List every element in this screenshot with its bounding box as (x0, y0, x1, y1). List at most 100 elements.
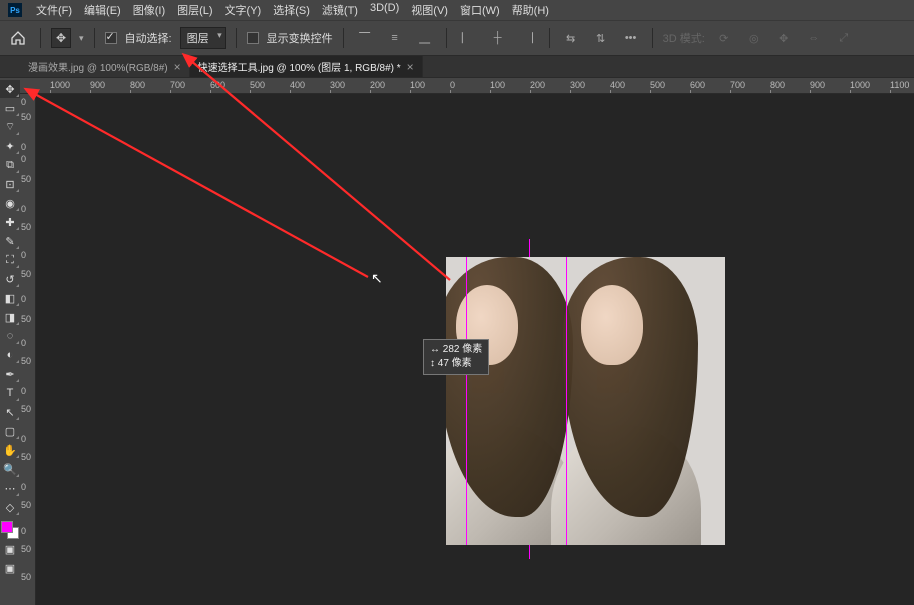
distribute-v[interactable]: ⇅ (590, 27, 612, 49)
path-select-tool[interactable]: ↖ (0, 403, 20, 421)
ruler-tick: 0 (450, 80, 455, 90)
eraser-tool[interactable]: ◧ (0, 289, 20, 307)
document-tabs: 漫画效果.jpg @ 100%(RGB/8#)×快速选择工具.jpg @ 100… (0, 56, 914, 78)
ruler-tick: 800 (770, 80, 785, 90)
dodge-tool[interactable]: ◐ (0, 346, 20, 364)
3d-mode-label: 3D 模式: (663, 30, 705, 46)
menu-item[interactable]: 滤镜(T) (316, 0, 364, 20)
lasso-tool[interactable]: ⌔ (0, 118, 20, 136)
brush-tool[interactable]: ✎ (0, 232, 20, 250)
ruler-tick: 1000 (850, 80, 870, 90)
ruler-tick: 0 (21, 154, 26, 164)
menu-item[interactable]: 3D(D) (364, 0, 405, 20)
guide-line[interactable] (466, 257, 467, 545)
hand-tool[interactable]: ✋ (0, 441, 20, 459)
ruler-vertical[interactable]: 050005005005005005005005005005050 (20, 94, 36, 605)
ruler-tick: 200 (370, 80, 385, 90)
divider (652, 28, 653, 48)
align-left[interactable]: ⎸ (457, 27, 479, 49)
rectangle-tool[interactable]: ▢ (0, 422, 20, 440)
show-transform-checkbox[interactable] (247, 32, 259, 44)
ruler-tick: 800 (130, 80, 145, 90)
menu-item[interactable]: 图层(L) (171, 0, 218, 20)
ruler-tick: 50 (21, 544, 31, 554)
current-tool-icon[interactable]: ✥ (51, 28, 71, 48)
guide-line[interactable] (566, 257, 567, 545)
ruler-tick: 50 (21, 222, 31, 232)
ruler-tick: 300 (330, 80, 345, 90)
color-swatches[interactable] (1, 521, 19, 539)
ruler-tick: 50 (21, 404, 31, 414)
document-tab[interactable]: 快速选择工具.jpg @ 100% (图层 1, RGB/8#) *× (190, 56, 423, 77)
ruler-tick: 0 (21, 142, 26, 152)
close-icon[interactable]: × (174, 60, 181, 74)
divider (343, 28, 344, 48)
canvas-area[interactable]: ↔ 282 像素 ↕ 47 像素 ↖ (36, 94, 914, 605)
menu-item[interactable]: 帮助(H) (506, 0, 555, 20)
gradient-tool[interactable]: ◨ (0, 308, 20, 326)
foreground-color[interactable] (1, 521, 13, 533)
ruler-tick: 50 (21, 314, 31, 324)
align-vcenter[interactable]: ≡ (384, 27, 406, 49)
align-hcenter[interactable]: ┼ (487, 27, 509, 49)
ruler-tick: 50 (21, 269, 31, 279)
auto-select-checkbox[interactable] (105, 32, 117, 44)
home-button[interactable] (6, 26, 30, 50)
move-tool[interactable]: ✥ (0, 80, 20, 98)
pen-tool[interactable]: ✒ (0, 365, 20, 383)
ruler-horizontal[interactable]: 1000900800700600500400300200100010020030… (20, 78, 914, 94)
edit-toolbar[interactable]: ◇ (0, 498, 20, 516)
blur-tool[interactable]: ◌ (0, 327, 20, 345)
ruler-tick: 50 (21, 356, 31, 366)
quick-mask-icon[interactable]: ▣ (0, 540, 20, 558)
document-canvas[interactable] (446, 257, 725, 545)
align-right[interactable]: ⎹ (517, 27, 539, 49)
menu-item[interactable]: 窗口(W) (454, 0, 506, 20)
ruler-tick: 1000 (50, 80, 70, 90)
ruler-tick: 500 (250, 80, 265, 90)
quick-select-tool[interactable]: ✦ (0, 137, 20, 155)
tooltip-height: ↕ 47 像素 (430, 357, 482, 371)
healing-tool[interactable]: ✚ (0, 213, 20, 231)
3d-roll-icon: ◎ (743, 27, 765, 49)
auto-select-target[interactable]: 图层 (180, 27, 226, 49)
ruler-tick: 500 (650, 80, 665, 90)
align-bottom[interactable]: ⎽ (414, 27, 436, 49)
screen-mode-icon[interactable]: ▣ (0, 559, 20, 577)
close-icon[interactable]: × (407, 60, 414, 74)
frame-tool[interactable]: ⊡ (0, 175, 20, 193)
type-tool[interactable]: T (0, 384, 20, 402)
ruler-tick: 100 (410, 80, 425, 90)
ruler-tick: 0 (21, 482, 26, 492)
align-top[interactable]: ⎺ (354, 27, 376, 49)
marquee-tool[interactable]: ▭ (0, 99, 20, 117)
crop-tool[interactable]: ⧉ (0, 156, 20, 174)
menu-item[interactable]: 选择(S) (267, 0, 316, 20)
menu-item[interactable]: 图像(I) (127, 0, 171, 20)
tab-label: 漫画效果.jpg @ 100%(RGB/8#) (28, 59, 168, 74)
eyedropper-tool[interactable]: ◉ (0, 194, 20, 212)
ruler-tick: 0 (21, 338, 26, 348)
menu-item[interactable]: 文件(F) (30, 0, 78, 20)
ruler-tick: 200 (530, 80, 545, 90)
menu-item[interactable]: 文字(Y) (219, 0, 268, 20)
stamp-tool[interactable]: ⛶ (0, 251, 20, 269)
menu-item[interactable]: 编辑(E) (78, 0, 127, 20)
history-brush-tool[interactable]: ↺ (0, 270, 20, 288)
ruler-tick: 50 (21, 572, 31, 582)
ellipsis-tool[interactable]: ⋯ (0, 479, 20, 497)
ruler-tick: 0 (21, 386, 26, 396)
more-options[interactable]: ••• (620, 27, 642, 49)
ruler-tick: 0 (21, 434, 26, 444)
divider (40, 28, 41, 48)
ruler-tick: 50 (21, 500, 31, 510)
distribute-h[interactable]: ⇆ (560, 27, 582, 49)
ruler-tick: 1100 (890, 80, 909, 90)
document-tab[interactable]: 漫画效果.jpg @ 100%(RGB/8#) × (20, 56, 190, 77)
ruler-tick: 0 (21, 97, 26, 107)
ruler-tick: 0 (21, 250, 26, 260)
zoom-tool[interactable]: 🔍 (0, 460, 20, 478)
menu-item[interactable]: 视图(V) (405, 0, 454, 20)
3d-orbit-icon: ⟳ (713, 27, 735, 49)
ruler-tick: 600 (690, 80, 705, 90)
